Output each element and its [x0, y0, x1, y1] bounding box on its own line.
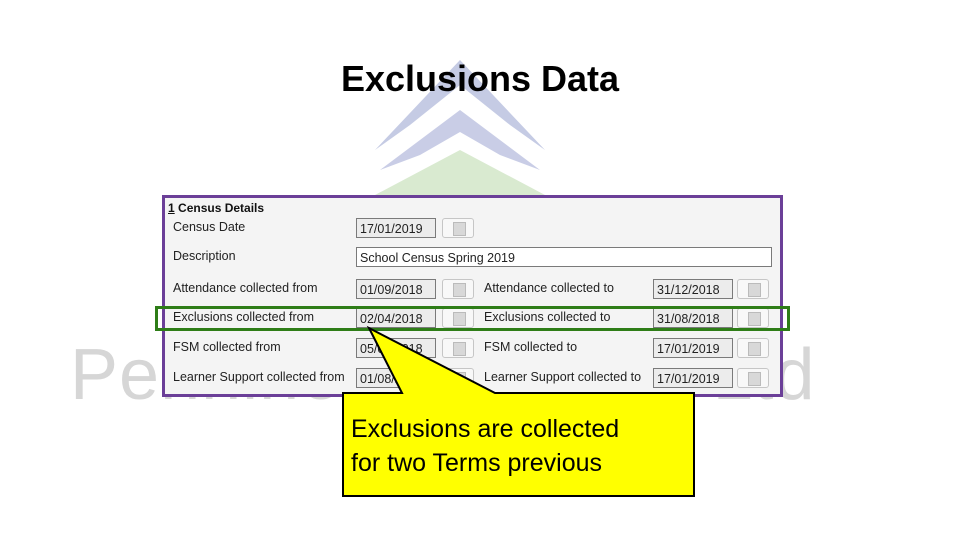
callout-text: Exclusions are collected for two Terms p…	[351, 412, 619, 480]
callout-line-1: Exclusions are collected	[351, 415, 620, 443]
callout-line-2: for two Terms previous	[351, 449, 603, 477]
